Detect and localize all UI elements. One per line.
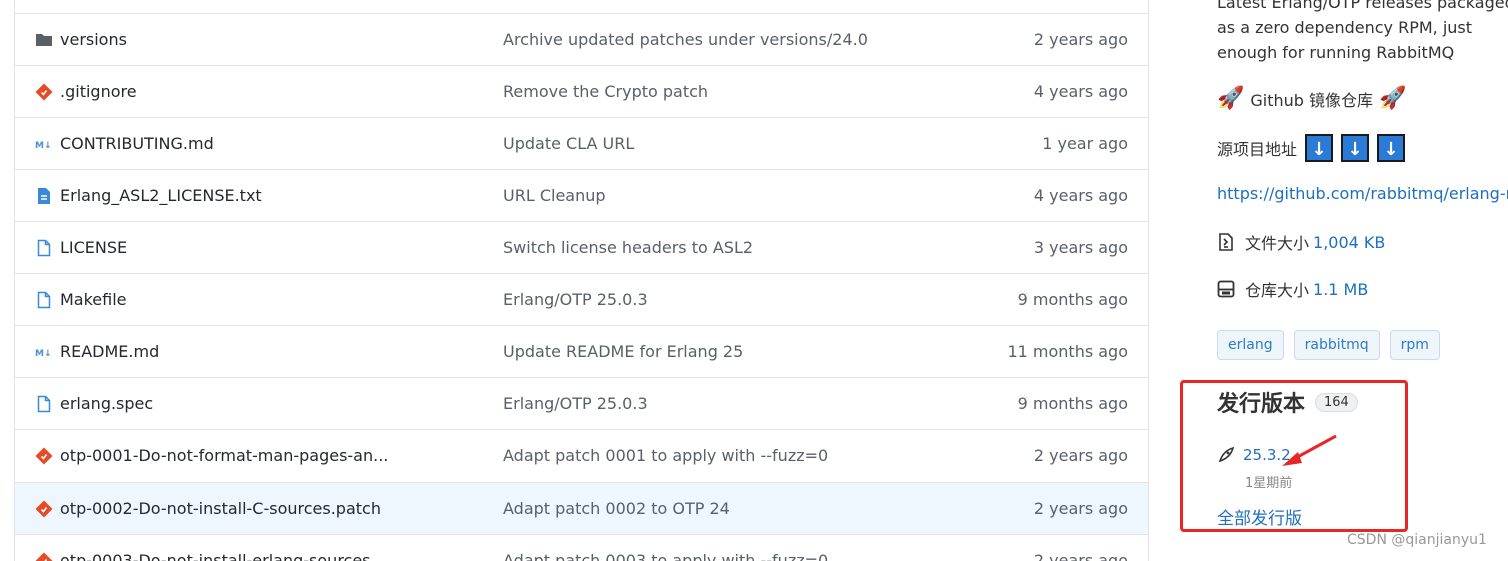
file-row[interactable]: erlang.spec Erlang/OTP 25.0.3 9 months ago (15, 377, 1148, 429)
csdn-watermark: CSDN @qianjianyu1 (1347, 532, 1487, 548)
commit-time: 9 months ago (1017, 290, 1128, 309)
commit-message-link[interactable]: Switch license headers to ASL2 (503, 238, 753, 257)
source-address: 源项目地址 ↓ ↓ ↓ (1217, 134, 1406, 162)
commit-message-link[interactable]: Adapt patch 0001 to apply with --fuzz=0 (503, 446, 828, 465)
git-icon (35, 447, 53, 465)
file-name-link[interactable]: otp-0002-Do-not-install-C-sources.patch (60, 499, 381, 518)
git-icon (35, 83, 53, 101)
tag-rabbitmq[interactable]: rabbitmq (1293, 330, 1380, 360)
file-row[interactable]: otp-0002-Do-not-install-C-sources.patch A… (15, 482, 1148, 534)
source-label-text: 源项目地址 (1217, 140, 1298, 159)
file-name-link[interactable]: LICENSE (60, 238, 127, 257)
git-icon (35, 500, 53, 518)
file-row[interactable]: versions Archive updated patches under ve… (15, 13, 1148, 65)
file-name-link[interactable]: otp-0003-Do-not-install-erlang-sources..… (60, 551, 386, 561)
file-name-link[interactable]: Erlang_ASL2_LICENSE.txt (60, 186, 262, 205)
svg-text:M↓: M↓ (35, 141, 52, 151)
text-file-icon (35, 187, 53, 205)
markdown-icon: M↓ (35, 135, 53, 153)
file-icon (35, 291, 53, 309)
file-name-link[interactable]: versions (60, 30, 127, 49)
commit-time: 11 months ago (1007, 342, 1128, 361)
down-arrow-icon: ↓ (1377, 134, 1406, 162)
markdown-icon: M↓ (35, 343, 53, 361)
github-mirror-label: 🚀 Github 镜像仓库 🚀 (1217, 86, 1406, 111)
file-size-row: 文件大小 1,004 KB (1217, 230, 1385, 254)
tag-erlang[interactable]: erlang (1217, 330, 1284, 360)
file-name-link[interactable]: .gitignore (60, 82, 137, 101)
svg-text:M↓: M↓ (35, 349, 52, 359)
rocket-icon: 🚀 (1379, 86, 1407, 111)
commit-time: 3 years ago (1033, 238, 1128, 257)
file-row[interactable]: .gitignore Remove the Crypto patch 4 years… (15, 65, 1148, 117)
rocket-icon: 🚀 (1217, 86, 1245, 111)
commit-time: 2 years ago (1033, 446, 1128, 465)
commit-message-link[interactable]: Archive updated patches under versions/2… (503, 30, 868, 49)
commit-message-link[interactable]: Remove the Crypto patch (503, 82, 708, 101)
commit-message-link[interactable]: Update CLA URL (503, 134, 634, 153)
file-row[interactable]: Erlang_ASL2_LICENSE.txt URL Cleanup 4 year… (15, 169, 1148, 221)
source-repo-link[interactable]: https://github.com/rabbitmq/erlang-rpm (1217, 184, 1508, 203)
commit-time: 4 years ago (1033, 82, 1128, 101)
file-name-link[interactable]: otp-0001-Do-not-format-man-pages-an... (60, 446, 388, 465)
database-icon (1217, 280, 1235, 298)
file-row[interactable]: Makefile Erlang/OTP 25.0.3 9 months ago (15, 273, 1148, 325)
file-row[interactable]: otp-0003-Do-not-install-erlang-sources..… (15, 534, 1148, 561)
repo-size-value: 1.1 MB (1313, 279, 1369, 299)
commit-message-link[interactable]: Erlang/OTP 25.0.3 (503, 394, 648, 413)
mirror-label-text: Github 镜像仓库 (1250, 90, 1374, 110)
file-row[interactable]: M↓ README.md Update README for Erlang 25 11… (15, 325, 1148, 377)
commit-time: 2 years ago (1033, 30, 1128, 49)
folder-icon (35, 31, 53, 49)
repo-size-row: 仓库大小 1.1 MB (1217, 277, 1368, 301)
commit-time: 4 years ago (1033, 186, 1128, 205)
down-arrow-icon: ↓ (1305, 134, 1334, 162)
commit-time: 1 year ago (1042, 134, 1128, 153)
repo-description: Latest Erlang/OTP releases packaged as a… (1217, 0, 1508, 62)
file-icon (35, 239, 53, 257)
file-zip-icon (1219, 233, 1233, 251)
tag-rpm[interactable]: rpm (1389, 330, 1440, 360)
file-name-link[interactable]: Makefile (60, 290, 127, 309)
commit-message-link[interactable]: URL Cleanup (503, 186, 606, 205)
annotation-arrow (1282, 434, 1337, 466)
file-row[interactable]: M↓ CONTRIBUTING.md Update CLA URL 1 year ag… (15, 117, 1148, 169)
commit-message-link[interactable]: Adapt patch 0003 to apply with --fuzz=0 (503, 551, 828, 561)
commit-time: 9 months ago (1017, 394, 1128, 413)
commit-message-link[interactable]: Update README for Erlang 25 (503, 342, 743, 361)
file-name-link[interactable]: CONTRIBUTING.md (60, 134, 214, 153)
file-name-link[interactable]: erlang.spec (60, 394, 153, 413)
file-list: versions Archive updated patches under ve… (14, 0, 1149, 561)
file-size-value: 1,004 KB (1313, 232, 1386, 252)
topic-tags: erlang rabbitmq rpm (1217, 330, 1440, 360)
file-size-label: 文件大小 (1245, 234, 1310, 253)
commit-message-link[interactable]: Adapt patch 0002 to OTP 24 (503, 499, 730, 518)
file-icon (35, 395, 53, 413)
file-row[interactable]: LICENSE Switch license headers to ASL2 3 y… (15, 221, 1148, 273)
git-icon (35, 552, 53, 561)
commit-message-link[interactable]: Erlang/OTP 25.0.3 (503, 290, 648, 309)
file-row[interactable]: otp-0001-Do-not-format-man-pages-an... Ad… (15, 429, 1148, 481)
down-arrow-icon: ↓ (1341, 134, 1370, 162)
commit-time: 2 years ago (1033, 551, 1128, 561)
repo-size-label: 仓库大小 (1245, 281, 1310, 300)
file-name-link[interactable]: README.md (60, 342, 159, 361)
commit-time: 2 years ago (1033, 499, 1128, 518)
